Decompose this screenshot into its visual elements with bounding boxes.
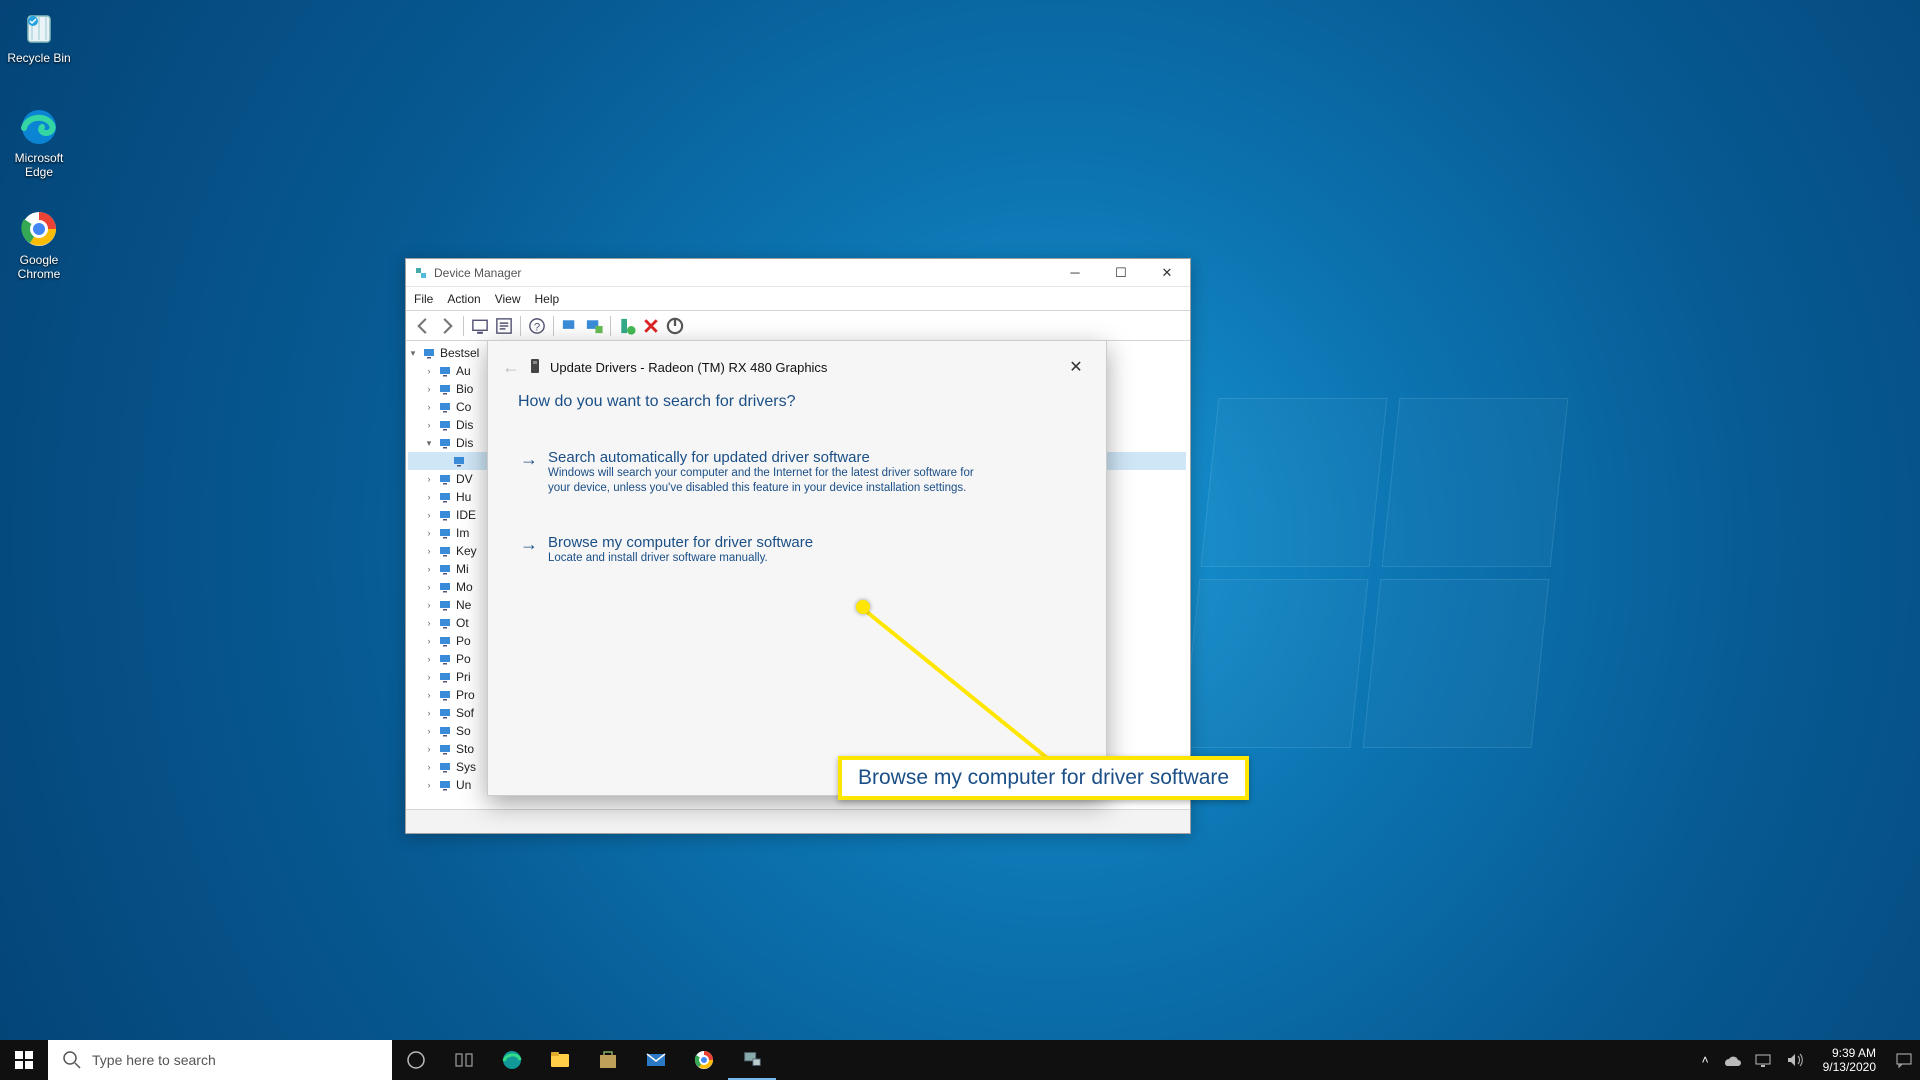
option-description: Locate and install driver software manua… <box>548 551 813 566</box>
tray-chevron-up-icon[interactable]: ˄ <box>1702 1053 1709 1067</box>
device-manager-menubar: File Action View Help <box>406 287 1190 311</box>
taskbar-explorer-icon[interactable] <box>536 1040 584 1080</box>
option-search-automatically[interactable]: → Search automatically for updated drive… <box>518 445 1076 500</box>
window-title: Device Manager <box>434 266 521 280</box>
toolbar-scan-icon[interactable] <box>559 315 581 337</box>
toolbar-properties-icon[interactable] <box>493 315 515 337</box>
menu-file[interactable]: File <box>414 292 433 306</box>
update-drivers-header: ← Update Drivers - Radeon (TM) RX 480 Gr… <box>488 341 1106 393</box>
option-description: Windows will search your computer and th… <box>548 466 988 496</box>
toolbar-update-icon[interactable] <box>583 315 605 337</box>
desktop-icon-edge[interactable]: Microsoft Edge <box>0 106 78 179</box>
update-drivers-title: Update Drivers - Radeon (TM) RX 480 Grap… <box>550 360 827 375</box>
device-manager-icon <box>414 266 428 280</box>
device-manager-toolbar: ? <box>406 311 1190 341</box>
task-view-button[interactable] <box>392 1040 440 1080</box>
taskbar-device-manager-icon[interactable] <box>728 1040 776 1080</box>
taskbar-chrome-icon[interactable] <box>680 1040 728 1080</box>
svg-text:?: ? <box>534 321 540 333</box>
tray-onedrive-icon[interactable] <box>1721 1050 1741 1070</box>
back-icon: ← <box>500 357 528 378</box>
desktop-icon-recycle-bin[interactable]: Recycle Bin <box>0 6 78 65</box>
search-icon <box>62 1050 82 1070</box>
start-button[interactable] <box>0 1040 48 1080</box>
search-placeholder: Type here to search <box>92 1052 216 1068</box>
close-button[interactable]: ✕ <box>1144 259 1190 287</box>
desktop-icon-chrome[interactable]: Google Chrome <box>0 208 78 281</box>
device-manager-titlebar[interactable]: Device Manager ─ ☐ ✕ <box>406 259 1190 287</box>
menu-help[interactable]: Help <box>535 292 560 306</box>
taskbar-date: 9/13/2020 <box>1823 1060 1876 1074</box>
device-icon <box>528 357 542 377</box>
windows-logo-watermark <box>1182 398 1569 748</box>
callout-label: Browse my computer for driver software <box>838 756 1249 800</box>
taskbar-apps <box>392 1040 776 1080</box>
toolbar-disable-icon[interactable] <box>664 315 686 337</box>
taskbar-clock[interactable]: 9:39 AM 9/13/2020 <box>1817 1046 1882 1074</box>
toolbar-add-icon[interactable] <box>616 315 638 337</box>
taskbar-tray: ˄ 9:39 AM 9/13/2020 <box>1702 1046 1920 1074</box>
tray-notifications-icon[interactable] <box>1894 1050 1914 1070</box>
menu-view[interactable]: View <box>495 292 521 306</box>
option-title: Search automatically for updated driver … <box>548 449 988 466</box>
taskbar: Type here to search ˄ 9:39 AM 9/13/2020 <box>0 1040 1920 1080</box>
arrow-right-icon: → <box>520 449 538 496</box>
toolbar-back-icon[interactable] <box>412 315 434 337</box>
taskbar-search[interactable]: Type here to search <box>48 1040 392 1080</box>
toolbar-remove-icon[interactable] <box>640 315 662 337</box>
desktop-icon-label: Recycle Bin <box>7 51 70 65</box>
taskbar-store-icon[interactable] <box>584 1040 632 1080</box>
option-browse-computer[interactable]: → Browse my computer for driver software… <box>518 530 1076 570</box>
desktop-icon-label: Google Chrome <box>18 253 61 281</box>
taskbar-edge-icon[interactable] <box>488 1040 536 1080</box>
callout-dot <box>856 600 870 614</box>
recycle-bin-icon <box>18 6 60 48</box>
minimize-button[interactable]: ─ <box>1052 259 1098 287</box>
taskbar-mail-icon[interactable] <box>632 1040 680 1080</box>
tray-network-icon[interactable] <box>1753 1050 1773 1070</box>
cortana-button[interactable] <box>440 1040 488 1080</box>
toolbar-forward-icon[interactable] <box>436 315 458 337</box>
toolbar-help-icon[interactable]: ? <box>526 315 548 337</box>
maximize-button[interactable]: ☐ <box>1098 259 1144 287</box>
menu-action[interactable]: Action <box>447 292 480 306</box>
toolbar-computer-icon[interactable] <box>469 315 491 337</box>
taskbar-time: 9:39 AM <box>1823 1046 1876 1060</box>
update-drivers-question: How do you want to search for drivers? <box>518 393 1076 411</box>
device-manager-statusbar <box>406 809 1190 833</box>
chrome-icon <box>18 208 60 250</box>
arrow-right-icon: → <box>520 534 538 566</box>
desktop-icon-label: Microsoft Edge <box>15 151 64 179</box>
close-button[interactable]: ✕ <box>1058 352 1094 382</box>
edge-icon <box>18 106 60 148</box>
option-title: Browse my computer for driver software <box>548 534 813 551</box>
tray-volume-icon[interactable] <box>1785 1050 1805 1070</box>
